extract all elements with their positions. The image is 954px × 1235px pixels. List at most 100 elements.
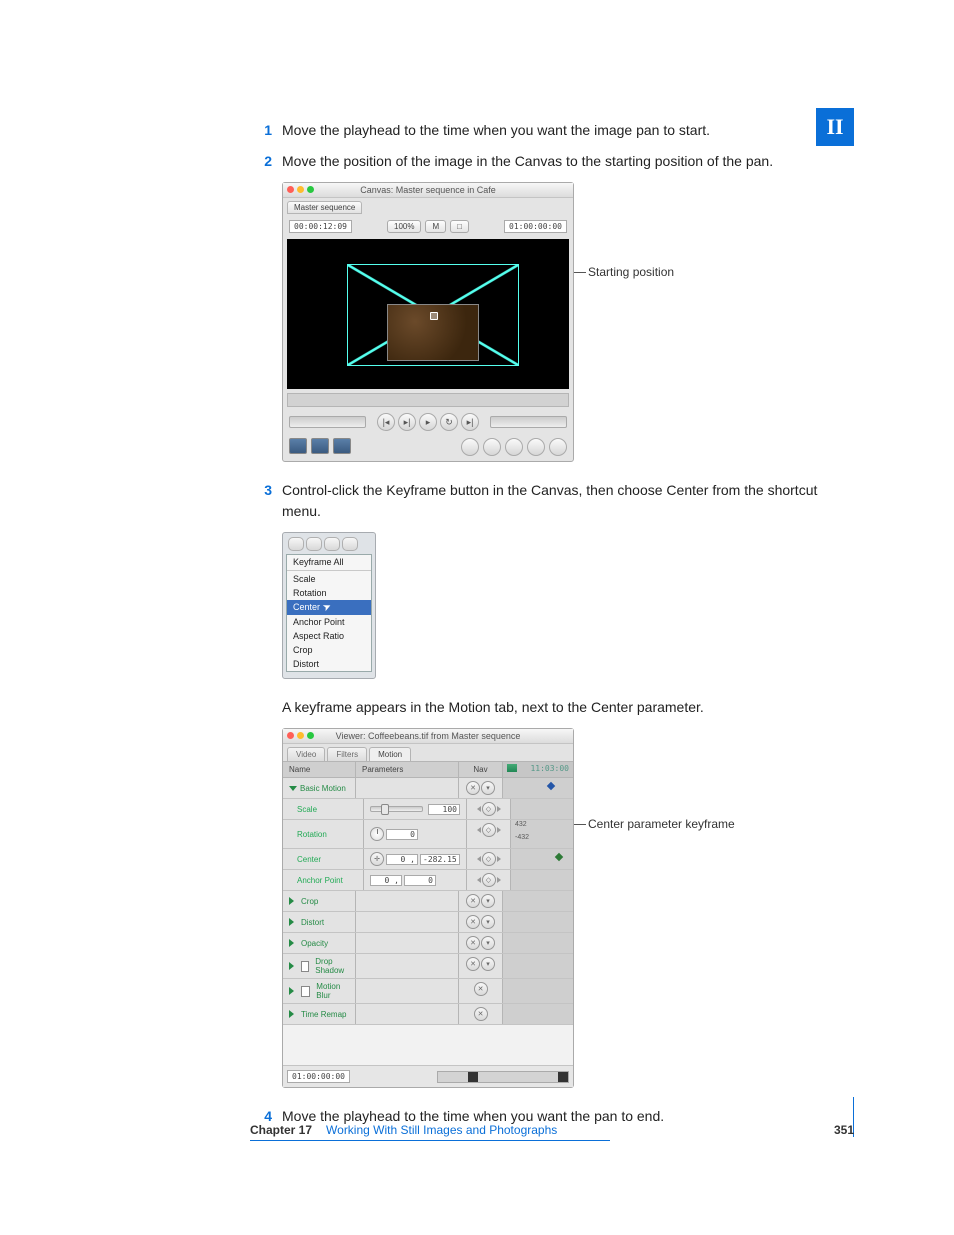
canvas-viewport[interactable] [287,239,569,389]
context-menu[interactable]: Keyframe All Scale Rotation Center➤ Anch… [286,554,372,672]
jog-control[interactable] [490,416,567,428]
keyframe-icon[interactable] [342,537,358,551]
prev-keyframe-icon[interactable] [477,806,481,812]
overlay-popup[interactable]: □ [450,220,469,233]
scale-slider[interactable] [370,806,423,812]
disclosure-triangle-icon[interactable] [289,987,298,995]
menu-item-distort[interactable]: Distort [287,657,371,671]
zoom-icon[interactable] [307,732,314,739]
disclosure-triangle-icon[interactable] [289,918,298,926]
center-crosshair-button[interactable]: ✛ [370,852,384,866]
menu-item-anchor-point[interactable]: Anchor Point [287,615,371,629]
minimize-icon[interactable] [297,732,304,739]
mark-clip-button[interactable] [289,438,307,454]
shuttle-control[interactable] [289,416,366,428]
add-keyframe-button[interactable] [333,438,351,454]
timecode-left[interactable]: 00:00:12:09 [289,220,352,233]
disclosure-triangle-icon[interactable] [289,962,298,970]
keyframe-nav-button[interactable]: ▾ [481,781,495,795]
center-x-value[interactable]: 0 , [386,854,418,865]
add-keyframe-button[interactable]: ◇ [482,873,496,887]
row-opacity[interactable]: Opacity ✕▾ [283,933,573,954]
add-marker-button[interactable] [311,438,329,454]
rotation-value[interactable]: 0 [386,829,418,840]
add-keyframe-button[interactable]: ◇ [482,823,496,837]
row-motion-blur[interactable]: Motion Blur ✕ [283,979,573,1004]
keyframe-nav-button[interactable]: ▾ [481,957,495,971]
next-keyframe-icon[interactable] [497,827,501,833]
zoom-icon[interactable] [307,186,314,193]
rotation-dial[interactable] [370,827,384,841]
prev-edit-button[interactable]: |◂ [377,413,395,431]
window-traffic-lights[interactable] [287,186,314,193]
reset-button[interactable]: ✕ [466,915,480,929]
horizontal-scrollbar[interactable] [437,1071,569,1083]
motion-blur-checkbox[interactable] [301,986,310,997]
reset-button[interactable]: ✕ [474,982,488,996]
row-time-remap[interactable]: Time Remap ✕ [283,1004,573,1025]
next-keyframe-icon[interactable] [497,806,501,812]
center-keyframe-icon[interactable] [555,853,563,861]
viewer-timecode[interactable]: 01:00:00:00 [287,1070,350,1083]
anchor-x-value[interactable]: 0 , [370,875,402,886]
recent-clips-button[interactable] [549,438,567,456]
keyframe-icon[interactable] [324,537,340,551]
menu-item-keyframe-all[interactable]: Keyframe All [287,555,371,569]
keyframe-icon[interactable] [306,537,322,551]
play-around-button[interactable]: ↻ [440,413,458,431]
disclosure-triangle-icon[interactable] [289,1010,298,1018]
prev-keyframe-icon[interactable] [477,856,481,862]
row-basic-motion[interactable]: Basic Motion ✕▾ [283,778,573,799]
window-traffic-lights[interactable] [287,732,314,739]
disclosure-triangle-icon[interactable] [289,939,298,947]
mark-split-button[interactable] [527,438,545,456]
minimize-icon[interactable] [297,186,304,193]
next-keyframe-icon[interactable] [497,877,501,883]
center-y-value[interactable]: -282.15 [420,854,460,865]
scale-value[interactable]: 100 [428,804,460,815]
keyframe-nav-button[interactable]: ▾ [481,936,495,950]
playhead-icon[interactable] [507,764,517,772]
menu-item-center[interactable]: Center➤ [287,600,371,615]
mark-out-button[interactable] [483,438,501,456]
center-handle-icon[interactable] [430,312,438,320]
tab-video[interactable]: Video [287,747,325,761]
anchor-y-value[interactable]: 0 [404,875,436,886]
row-crop[interactable]: Crop ✕▾ [283,891,573,912]
keyframe-icon[interactable] [547,782,555,790]
timecode-right[interactable]: 01:00:00:00 [504,220,567,233]
tab-motion[interactable]: Motion [369,747,411,761]
next-edit-button[interactable]: ▸| [461,413,479,431]
reset-button[interactable]: ✕ [466,936,480,950]
zoom-popup[interactable]: 100% [387,220,421,233]
next-keyframe-icon[interactable] [497,856,501,862]
keyframe-icon[interactable] [288,537,304,551]
keyframe-nav-button[interactable]: ▾ [481,894,495,908]
mark-in-button[interactable] [461,438,479,456]
row-distort[interactable]: Distort ✕▾ [283,912,573,933]
add-keyframe-button[interactable]: ◇ [482,852,496,866]
row-drop-shadow[interactable]: Drop Shadow ✕▾ [283,954,573,979]
play-button[interactable]: ▸ [419,413,437,431]
scrubber-bar[interactable] [287,393,569,407]
reset-button[interactable]: ✕ [466,781,480,795]
menu-item-crop[interactable]: Crop [287,643,371,657]
sequence-tab[interactable]: Master sequence [287,201,362,214]
play-in-to-out-button[interactable]: ▸| [398,413,416,431]
menu-item-aspect-ratio[interactable]: Aspect Ratio [287,629,371,643]
reset-button[interactable]: ✕ [474,1007,488,1021]
add-keyframe-button[interactable]: ◇ [482,802,496,816]
prev-keyframe-icon[interactable] [477,827,481,833]
prev-keyframe-icon[interactable] [477,877,481,883]
close-icon[interactable] [287,186,294,193]
disclosure-triangle-icon[interactable] [289,897,298,905]
reset-button[interactable]: ✕ [466,894,480,908]
drop-shadow-checkbox[interactable] [301,961,309,972]
show-match-button[interactable] [505,438,523,456]
view-popup[interactable]: M [425,220,446,233]
keyframe-nav-button[interactable]: ▾ [481,915,495,929]
tab-filters[interactable]: Filters [327,747,367,761]
menu-item-rotation[interactable]: Rotation [287,586,371,600]
disclosure-triangle-icon[interactable] [289,786,297,791]
reset-button[interactable]: ✕ [466,957,480,971]
